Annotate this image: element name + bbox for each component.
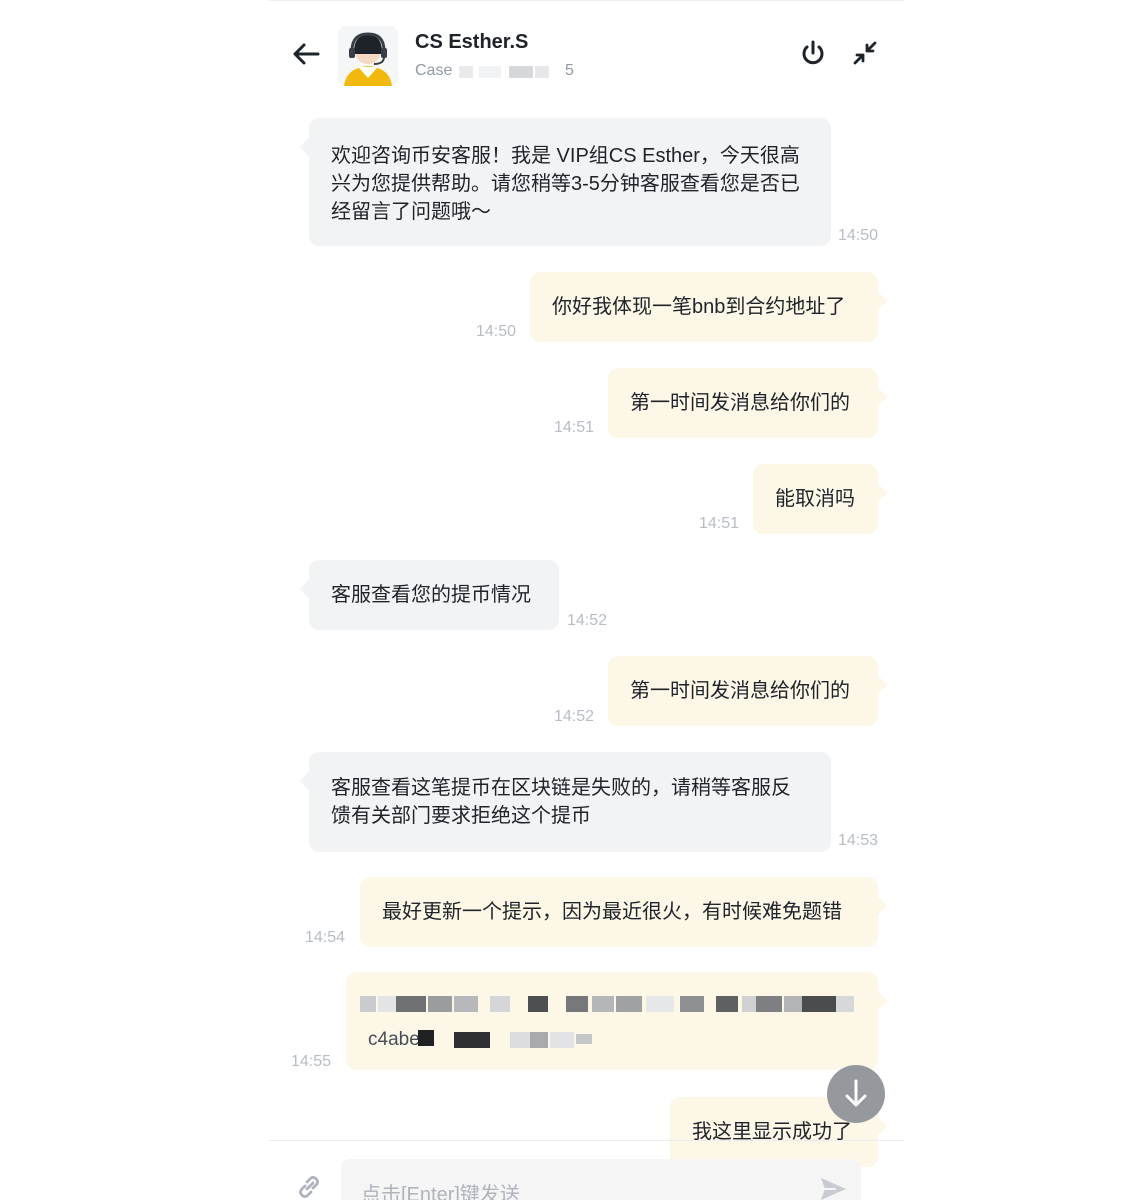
message-bubble-outgoing: 你好我体现一笔bnb到合约地址了 [530, 272, 888, 342]
message-timestamp: 14:50 [476, 323, 517, 340]
message-bubble-incoming: 客服查看您的提币情况 [299, 560, 559, 630]
minimize-arrows-icon [853, 41, 877, 65]
message-timestamp: 14:52 [567, 612, 608, 629]
send-button[interactable] [818, 1174, 848, 1200]
message-text: 客服查看您的提币情况 [331, 584, 531, 606]
message-bubble-outgoing: 最好更新一个提示，因为最近很火，有时候难免题错 [360, 877, 888, 947]
message-timestamp: 14:53 [838, 832, 879, 849]
message-timestamp: 14:51 [699, 515, 740, 532]
message-text: 客服查看这笔提币在区块链是失败的，请稍等客服反馈有关部门要求拒绝这个提币 [331, 777, 791, 827]
scroll-to-bottom-button[interactable] [827, 1065, 885, 1123]
message-input[interactable] [341, 1159, 861, 1200]
composer-divider [268, 1140, 904, 1141]
agent-avatar [338, 26, 398, 86]
attach-link-button[interactable] [294, 1172, 324, 1200]
message-bubble-incoming: 欢迎咨询币安客服！我是 VIP组CS Esther，今天很高兴为您提供帮助。请您… [299, 118, 831, 246]
message-timestamp: 14:51 [554, 419, 595, 436]
message-bubble-outgoing-masked: c4abe [346, 972, 888, 1070]
agent-name: CS Esther.S [415, 31, 529, 53]
message-text: 最好更新一个提示，因为最近很火，有时候难免题错 [382, 901, 842, 923]
message-bubble-incoming: 客服查看这笔提币在区块链是失败的，请稍等客服反馈有关部门要求拒绝这个提币 [299, 752, 831, 852]
message-text: 欢迎咨询币安客服！我是 VIP组CS Esther，今天很高兴为您提供帮助。请您… [331, 145, 800, 223]
hash-mosaic: c4abe [346, 972, 878, 1070]
case-suffix: 5 [565, 62, 574, 79]
arrow-down-icon [845, 1079, 867, 1107]
chat-window: CS Esther.S Case 5 欢迎咨询币安客服！我是 VIP组CS Es… [268, 0, 904, 1200]
message-timestamp: 14:54 [305, 929, 346, 946]
minimize-button[interactable] [850, 38, 880, 68]
message-text: 你好我体现一笔bnb到合约地址了 [552, 296, 846, 318]
message-bubble-outgoing: 第一时间发消息给你们的 [608, 368, 888, 438]
message-bubble-outgoing: 第一时间发消息给你们的 [608, 656, 888, 726]
message-text: 能取消吗 [775, 488, 855, 510]
message-timestamp: 14:52 [554, 708, 595, 725]
case-label: Case [415, 62, 453, 79]
end-chat-button[interactable] [798, 38, 828, 68]
message-bubble-outgoing: 能取消吗 [753, 464, 888, 534]
message-text: 第一时间发消息给你们的 [630, 680, 850, 702]
power-icon [802, 40, 824, 65]
top-divider [268, 0, 904, 1]
send-icon [821, 1178, 846, 1200]
back-button[interactable] [288, 36, 324, 72]
link-icon [299, 1176, 319, 1198]
message-text: 第一时间发消息给你们的 [630, 392, 850, 414]
message-text: c4abe [368, 1029, 420, 1050]
message-timestamp: 14:55 [291, 1053, 332, 1070]
case-number-mosaic [459, 66, 549, 78]
message-timestamp: 14:50 [838, 227, 879, 244]
arrow-left-icon [293, 43, 320, 65]
